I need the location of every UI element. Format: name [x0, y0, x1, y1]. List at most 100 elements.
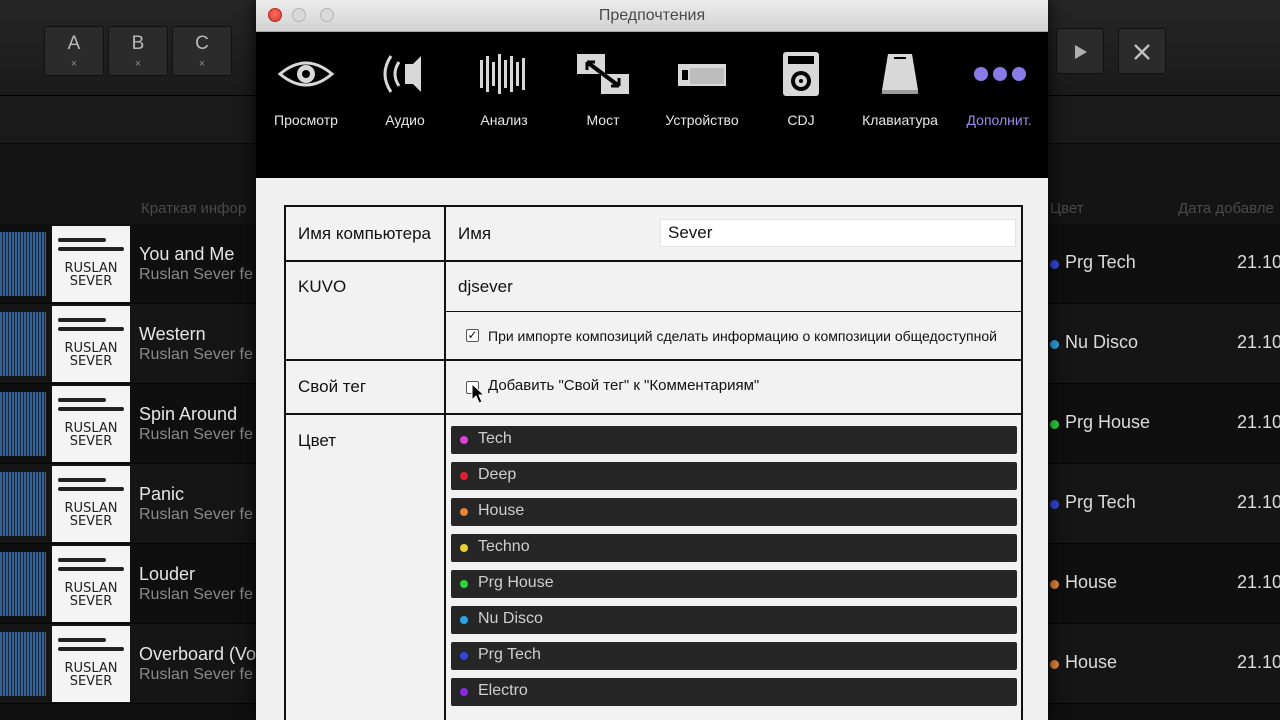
- row-divider: [286, 359, 1021, 361]
- artwork-thumbnail: RUSLAN SEVER: [52, 226, 130, 302]
- waveform-thumbnail: [0, 552, 46, 616]
- waveform-thumbnail: [0, 312, 46, 376]
- slot-c-button[interactable]: C ×: [172, 26, 232, 76]
- track-date: 21.10: [1237, 252, 1280, 272]
- color-dot: [1050, 260, 1059, 269]
- color-item-prg-house[interactable]: Prg House: [451, 570, 1017, 598]
- track-color-label: House: [1065, 572, 1118, 592]
- color-dot: [460, 580, 468, 588]
- color-item-electro[interactable]: Electro: [451, 678, 1017, 706]
- slot-close-icon[interactable]: ×: [45, 58, 103, 70]
- slot-label: A: [67, 33, 81, 54]
- slot-close-icon[interactable]: ×: [173, 58, 231, 70]
- tab-analysis[interactable]: Анализ: [454, 46, 554, 136]
- mouse-pointer-icon: [471, 383, 485, 404]
- close-button[interactable]: [1118, 28, 1166, 74]
- color-label: Цвет: [298, 431, 337, 450]
- kuvo-public-checkbox[interactable]: ✓: [466, 329, 479, 342]
- color-name: Nu Disco: [478, 610, 543, 627]
- waveform-thumbnail: [0, 232, 46, 296]
- play-button[interactable]: [1056, 28, 1104, 74]
- color-name: House: [478, 502, 525, 519]
- color-item-deep[interactable]: Deep: [451, 462, 1017, 490]
- track-title: Louder: [139, 564, 196, 584]
- my-tag-comments-checkbox-label[interactable]: Добавить "Свой тег" к "Комментариям": [488, 377, 759, 394]
- name-field-label: Имя: [458, 224, 492, 243]
- tab-advanced[interactable]: Дополнит.: [949, 46, 1049, 136]
- color-name: Electro: [478, 682, 528, 699]
- artwork-logo-text: SEVER: [69, 354, 113, 369]
- color-name: Deep: [478, 466, 517, 483]
- computer-name-label: Имя компьютера: [298, 224, 432, 243]
- row-divider: [286, 260, 1021, 262]
- track-title: Overboard (Vo: [139, 644, 257, 664]
- more-dots-icon: [974, 67, 1026, 81]
- tab-device[interactable]: Устройство: [652, 46, 752, 136]
- color-dot: [460, 544, 468, 552]
- color-dot: [460, 436, 468, 444]
- color-item-techno[interactable]: Techno: [451, 534, 1017, 562]
- color-item-house[interactable]: House: [451, 498, 1017, 526]
- color-dot: [460, 688, 468, 696]
- cdj-icon: [783, 52, 819, 96]
- track-title: Panic: [139, 484, 185, 504]
- tab-view[interactable]: Просмотр: [256, 46, 356, 136]
- color-dot: [460, 472, 468, 480]
- tab-label: Устройство: [665, 112, 739, 128]
- track-title: You and Me: [139, 244, 235, 264]
- eye-icon: [277, 61, 335, 87]
- column-header-date[interactable]: Дата добавле: [1178, 200, 1274, 217]
- track-color-label: House: [1065, 652, 1118, 672]
- track-title: Spin Around: [139, 404, 238, 424]
- play-icon: [1075, 45, 1087, 59]
- waveform-icon: [480, 54, 525, 94]
- track-artist: Ruslan Sever fe: [139, 586, 253, 603]
- artwork-thumbnail: RUSLAN SEVER: [52, 466, 130, 542]
- track-date: 21.10: [1237, 412, 1280, 432]
- color-dot: [1050, 660, 1059, 669]
- slot-close-icon[interactable]: ×: [109, 58, 167, 70]
- color-name: Prg Tech: [478, 646, 541, 663]
- slot-label: B: [131, 33, 145, 54]
- column-header-info[interactable]: Краткая инфор: [141, 200, 246, 217]
- track-date: 21.10: [1237, 332, 1280, 352]
- artwork-thumbnail: RUSLAN SEVER: [52, 306, 130, 382]
- preferences-toolbar: Просмотр Аудио Анализ Мост Устройство CD…: [256, 32, 1048, 178]
- color-name: Tech: [478, 430, 512, 447]
- column-header-color[interactable]: Цвет: [1050, 200, 1084, 217]
- track-color-label: Prg House: [1065, 412, 1151, 432]
- track-artist: Ruslan Sever fe: [139, 506, 253, 523]
- slot-a-button[interactable]: A ×: [44, 26, 104, 76]
- waveform-thumbnail: [0, 632, 46, 696]
- track-artist: Ruslan Sever fe: [139, 666, 253, 683]
- color-item-prg-tech[interactable]: Prg Tech: [451, 642, 1017, 670]
- artwork-logo-text: SEVER: [69, 434, 113, 449]
- kuvo-public-checkbox-label[interactable]: При импорте композиций сделать информаци…: [488, 328, 997, 344]
- track-color-label: Nu Disco: [1065, 332, 1139, 352]
- dialog-titlebar[interactable]: Предпочтения: [256, 0, 1048, 32]
- track-artist: Ruslan Sever fe: [139, 346, 253, 363]
- settings-grid: Имя компьютера Имя Sever KUVO djsever ✓ …: [284, 205, 1023, 720]
- track-color-label: Prg Tech: [1065, 492, 1136, 512]
- artwork-logo-text: SEVER: [69, 674, 113, 689]
- slot-b-button[interactable]: B ×: [108, 26, 168, 76]
- tab-bridge[interactable]: Мост: [553, 46, 653, 136]
- tab-keyboard[interactable]: Клавиатура: [850, 46, 950, 136]
- color-dot: [1050, 500, 1059, 509]
- computer-name-input[interactable]: Sever: [660, 219, 1016, 247]
- artwork-thumbnail: RUSLAN SEVER: [52, 546, 130, 622]
- color-item-tech[interactable]: Tech: [451, 426, 1017, 454]
- tab-audio[interactable]: Аудио: [355, 46, 455, 136]
- artwork-logo-text: SEVER: [69, 594, 113, 609]
- artwork-logo-text: SEVER: [69, 514, 113, 529]
- kuvo-account: djsever: [458, 277, 513, 296]
- kuvo-label: KUVO: [298, 277, 347, 296]
- bridge-icon: [577, 54, 629, 94]
- artwork-thumbnail: RUSLAN SEVER: [52, 386, 130, 462]
- app-window: A × B × C × Краткая инфор Цвет Дата доба…: [0, 0, 1280, 720]
- tab-cdj[interactable]: CDJ: [751, 46, 851, 136]
- artwork-logo-text: SEVER: [69, 274, 113, 289]
- color-item-nu-disco[interactable]: Nu Disco: [451, 606, 1017, 634]
- waveform-thumbnail: [0, 392, 46, 456]
- color-dot: [1050, 340, 1059, 349]
